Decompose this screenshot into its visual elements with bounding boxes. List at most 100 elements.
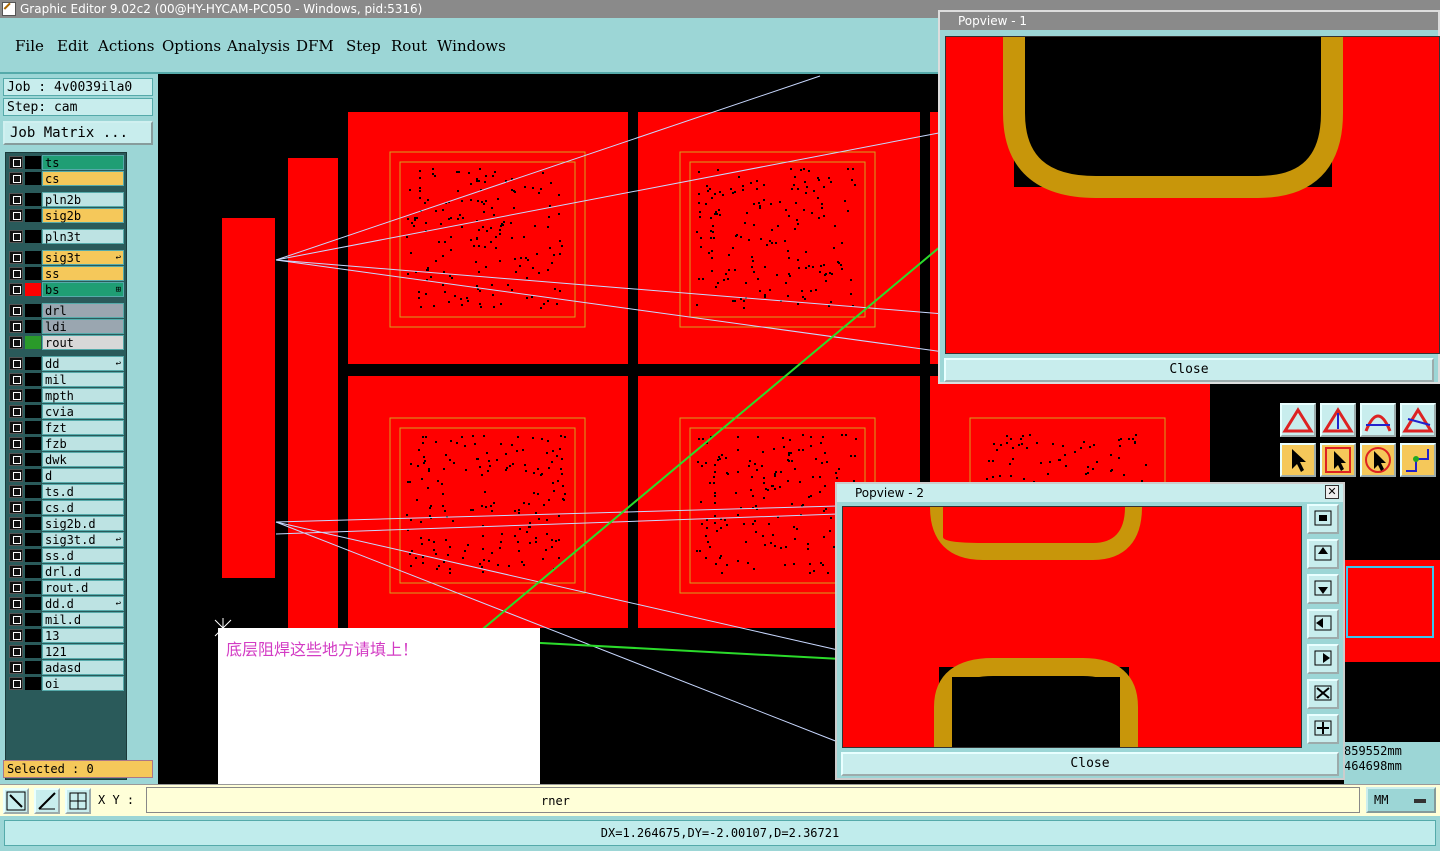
layer-row-ts.d[interactable]: ts.d: [7, 484, 127, 499]
close-icon[interactable]: ✕: [1325, 485, 1339, 499]
layer-name[interactable]: 13: [42, 628, 124, 643]
layer-checkbox[interactable]: [9, 581, 23, 594]
layer-checkbox[interactable]: [9, 156, 23, 169]
layer-name[interactable]: cvia: [42, 404, 124, 419]
layer-checkbox[interactable]: [9, 597, 23, 610]
layer-color-swatch[interactable]: [25, 421, 41, 434]
layer-color-swatch[interactable]: [25, 304, 41, 317]
layer-checkbox[interactable]: [9, 501, 23, 514]
layer-color-swatch[interactable]: [25, 320, 41, 333]
layer-name[interactable]: ss: [42, 266, 124, 281]
layer-name[interactable]: drl.d: [42, 564, 124, 579]
menu-actions[interactable]: Actions: [98, 37, 154, 55]
layer-color-swatch[interactable]: [25, 389, 41, 402]
menu-rout[interactable]: Rout: [391, 37, 427, 55]
menu-dfm[interactable]: DFM: [296, 37, 334, 55]
layer-color-swatch[interactable]: [25, 283, 41, 296]
layer-checkbox[interactable]: [9, 533, 23, 546]
xy-input[interactable]: rner: [146, 787, 1360, 813]
layer-checkbox[interactable]: [9, 251, 23, 264]
layer-checkbox[interactable]: [9, 357, 23, 370]
layer-name[interactable]: mil: [42, 372, 124, 387]
layer-name[interactable]: dd ↩: [42, 356, 124, 371]
layer-name[interactable]: drl: [42, 303, 124, 318]
layer-row-sig2b[interactable]: sig2b: [7, 208, 127, 223]
layer-checkbox[interactable]: [9, 549, 23, 562]
layer-checkbox[interactable]: [9, 485, 23, 498]
layer-name[interactable]: oi: [42, 676, 124, 691]
layer-row-sig3t.d[interactable]: sig3t.d ↩: [7, 532, 127, 547]
layer-color-swatch[interactable]: [25, 193, 41, 206]
tool-select-circle[interactable]: [1360, 443, 1396, 477]
layer-name[interactable]: sig3t ↩: [42, 250, 124, 265]
popview-zoom-in-button[interactable]: [1307, 504, 1339, 534]
layer-name[interactable]: fzt: [42, 420, 124, 435]
layer-color-swatch[interactable]: [25, 629, 41, 642]
layer-color-swatch[interactable]: [25, 613, 41, 626]
layer-color-swatch[interactable]: [25, 661, 41, 674]
units-select[interactable]: MM: [1366, 787, 1436, 813]
layer-row-d[interactable]: d: [7, 468, 127, 483]
layer-name[interactable]: sig3t.d ↩: [42, 532, 124, 547]
layer-checkbox[interactable]: [9, 469, 23, 482]
menu-step[interactable]: Step: [346, 37, 381, 55]
layer-checkbox[interactable]: [9, 283, 23, 296]
layer-color-swatch[interactable]: [25, 373, 41, 386]
layer-checkbox[interactable]: [9, 517, 23, 530]
layer-row-121[interactable]: 121: [7, 644, 127, 659]
layer-row-cvia[interactable]: cvia: [7, 404, 127, 419]
layer-checkbox[interactable]: [9, 267, 23, 280]
tool-select-arrow[interactable]: [1280, 443, 1316, 477]
layer-name[interactable]: fzb: [42, 436, 124, 451]
layer-name[interactable]: sig2b.d: [42, 516, 124, 531]
popview-zoom-out-button[interactable]: [1307, 714, 1339, 744]
layer-row-drl.d[interactable]: drl.d: [7, 564, 127, 579]
tool-triangle-1[interactable]: [1280, 403, 1316, 437]
tool-route[interactable]: [1400, 443, 1436, 477]
layer-name[interactable]: ts.d: [42, 484, 124, 499]
layer-color-swatch[interactable]: [25, 677, 41, 690]
layer-row-sig3t[interactable]: sig3t ↩: [7, 250, 127, 265]
menu-edit[interactable]: Edit: [57, 37, 88, 55]
layer-name[interactable]: pln2b: [42, 192, 124, 207]
layer-name[interactable]: ts: [42, 155, 124, 170]
overview-map[interactable]: [1344, 560, 1440, 662]
layer-color-swatch[interactable]: [25, 469, 41, 482]
layer-row-bs[interactable]: bs ⊞: [7, 282, 127, 297]
grid-button[interactable]: [65, 788, 91, 814]
layer-checkbox[interactable]: [9, 677, 23, 690]
layer-color-swatch[interactable]: [25, 405, 41, 418]
layer-row-sig2b.d[interactable]: sig2b.d: [7, 516, 127, 531]
layer-color-swatch[interactable]: [25, 581, 41, 594]
layer-color-swatch[interactable]: [25, 172, 41, 185]
layer-row-rout[interactable]: rout: [7, 335, 127, 350]
layer-name[interactable]: cs.d: [42, 500, 124, 515]
layer-checkbox[interactable]: [9, 389, 23, 402]
popview-pan-down-button[interactable]: [1307, 574, 1339, 604]
layer-checkbox[interactable]: [9, 304, 23, 317]
layer-row-ss[interactable]: ss: [7, 266, 127, 281]
layer-color-swatch[interactable]: [25, 230, 41, 243]
layer-checkbox[interactable]: [9, 405, 23, 418]
layer-row-mpth[interactable]: mpth: [7, 388, 127, 403]
layer-color-swatch[interactable]: [25, 156, 41, 169]
layer-row-13[interactable]: 13: [7, 628, 127, 643]
tool-triangle-cross[interactable]: [1400, 403, 1436, 437]
layer-name[interactable]: adasd: [42, 660, 124, 675]
layer-name[interactable]: rout: [42, 335, 124, 350]
layer-color-swatch[interactable]: [25, 549, 41, 562]
layer-color-swatch[interactable]: [25, 336, 41, 349]
layer-row-cs[interactable]: cs: [7, 171, 127, 186]
tool-select-box[interactable]: [1320, 443, 1356, 477]
layer-name[interactable]: bs ⊞: [42, 282, 124, 297]
layer-row-fzt[interactable]: fzt: [7, 420, 127, 435]
layer-name[interactable]: mpth: [42, 388, 124, 403]
layer-checkbox[interactable]: [9, 209, 23, 222]
layer-row-adasd[interactable]: adasd: [7, 660, 127, 675]
layer-name[interactable]: d: [42, 468, 124, 483]
layer-color-swatch[interactable]: [25, 645, 41, 658]
menu-analysis[interactable]: Analysis: [227, 37, 290, 55]
layer-name[interactable]: mil.d: [42, 612, 124, 627]
popview-1-close-button[interactable]: Close: [944, 358, 1434, 382]
layer-row-oi[interactable]: oi: [7, 676, 127, 691]
